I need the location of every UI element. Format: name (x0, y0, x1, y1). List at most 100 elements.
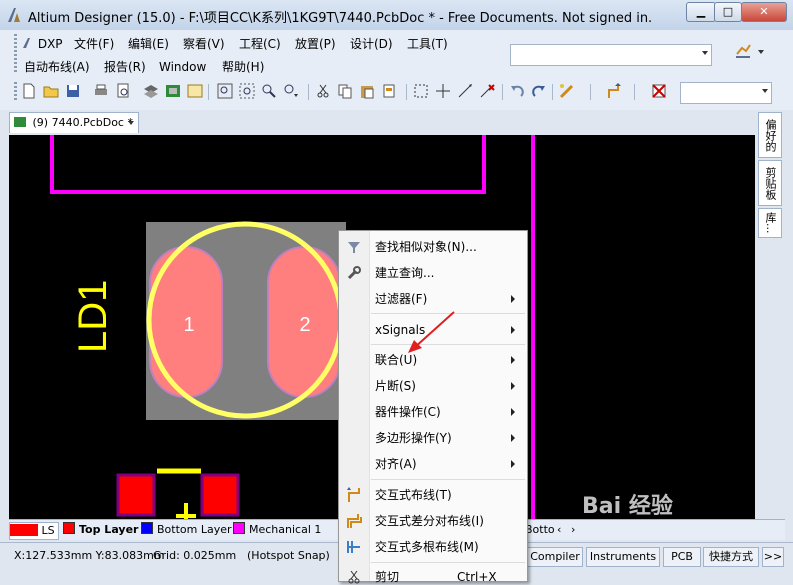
menu-item-snippets[interactable]: 片断(S) (375, 378, 416, 394)
zoom-dropdown-icon[interactable] (282, 82, 300, 100)
menu-design[interactable]: 设计(D) (350, 34, 393, 54)
layer-stack-icon[interactable] (142, 82, 160, 100)
toolbar-separator (634, 84, 635, 100)
paste-icon[interactable] (358, 82, 376, 100)
menu-item-build-query[interactable]: 建立查询... (375, 265, 434, 281)
menu-help[interactable]: 帮助(H) (222, 57, 264, 77)
rubber-stamp-icon[interactable] (380, 82, 398, 100)
pad-2-number: 2 (299, 314, 310, 336)
menu-view[interactable]: 察看(V) (183, 34, 225, 54)
move-icon[interactable] (434, 82, 452, 100)
layer-color-swatch (141, 522, 153, 534)
pcb-panel-button[interactable]: PCB (663, 547, 701, 567)
layer-tab-mechanical1[interactable]: Mechanical 1 (233, 522, 321, 538)
current-layer-swatch[interactable]: LS (9, 522, 59, 540)
route-up-icon[interactable] (606, 82, 624, 100)
menu-item-polygon-actions[interactable]: 多边形操作(Y) (375, 430, 452, 446)
toolbar-grip[interactable] (14, 34, 17, 74)
menu-item-diff-pair-routing[interactable]: 交互式差分对布线(I) (375, 513, 484, 529)
print-icon[interactable] (92, 82, 110, 100)
cut-icon[interactable] (314, 82, 332, 100)
open-folder-icon[interactable] (42, 82, 60, 100)
menu-item-multi-routing[interactable]: 交互式多根布线(M) (375, 539, 479, 555)
menu-separator (371, 479, 525, 480)
menu-item-component-actions[interactable]: 器件操作(C) (375, 404, 441, 420)
copy-icon[interactable] (336, 82, 354, 100)
maximize-button[interactable]: □ (714, 2, 742, 22)
undo-icon[interactable] (508, 82, 526, 100)
chevron-down-icon (762, 89, 768, 93)
smd-pad-left (116, 473, 156, 517)
print-preview-icon[interactable] (114, 82, 132, 100)
menu-item-cut[interactable]: 剪切 (375, 569, 399, 585)
submenu-arrow-icon (511, 326, 515, 334)
toolbar-separator (590, 84, 591, 100)
compiler-panel-button[interactable]: Compiler (527, 547, 583, 567)
scissors-icon (348, 570, 360, 584)
layer-scroll-right-icon[interactable]: › (571, 522, 575, 538)
zoom-area-icon[interactable] (238, 82, 256, 100)
menu-dxp[interactable]: DXP (22, 34, 63, 54)
zoom-select-icon[interactable] (260, 82, 278, 100)
toolbar-grip[interactable] (14, 82, 17, 100)
layer-tab-bottom-partial[interactable]: Botto (525, 522, 555, 538)
chevron-down-icon (758, 50, 764, 54)
filter-combo-box[interactable] (680, 82, 772, 104)
toolbar-separator (308, 84, 309, 100)
smd-pad-right (200, 473, 240, 517)
minimize-button[interactable]: ▁ (686, 2, 716, 22)
route-icon (347, 487, 360, 502)
save-icon[interactable] (64, 82, 82, 100)
menu-window[interactable]: Window (159, 57, 206, 77)
clear-filter-icon[interactable] (650, 82, 668, 100)
panel-tab-clipboard[interactable]: 剪贴板 (758, 160, 782, 206)
new-document-icon[interactable] (20, 82, 38, 100)
more-panels-button[interactable]: >> (762, 547, 784, 567)
document-tab[interactable]: (9) 7440.PcbDoc * (9, 112, 139, 133)
designator-label: LD1 (71, 280, 115, 353)
menu-autoroute[interactable]: 自动布线(A) (24, 57, 90, 77)
menu-item-find-similar[interactable]: 查找相似对象(N)... (375, 239, 477, 255)
menu-item-interactive-routing[interactable]: 交互式布线(T) (375, 487, 452, 503)
menu-edit[interactable]: 编辑(E) (128, 34, 169, 54)
layer-color-swatch (63, 522, 75, 534)
select-area-icon[interactable] (412, 82, 430, 100)
panel-tab-favorites[interactable]: 偏好的 (758, 112, 782, 158)
top-combo-box[interactable] (510, 44, 712, 66)
menu-tools[interactable]: 工具(T) (407, 34, 448, 54)
submenu-arrow-icon (511, 460, 515, 468)
pencil-icon[interactable] (558, 82, 576, 100)
menu-place[interactable]: 放置(P) (295, 34, 336, 54)
context-menu: 查找相似对象(N)... 建立查询... 过滤器(F) xSignals 联合(… (338, 230, 528, 585)
zoom-fit-icon[interactable] (216, 82, 234, 100)
chevron-down-icon[interactable] (128, 121, 134, 125)
layer-tab-top[interactable]: Top Layer (63, 522, 138, 538)
menu-bar-row1: DXP 文件(F) 编辑(E) 察看(V) 工程(C) 放置(P) 设计(D) … (22, 34, 492, 54)
preferences-tool-button[interactable] (734, 42, 774, 64)
close-button[interactable]: ✕ (741, 2, 787, 22)
standard-toolbar (20, 82, 680, 102)
menu-item-filter[interactable]: 过滤器(F) (375, 291, 427, 307)
submenu-arrow-icon (511, 434, 515, 442)
board-icon[interactable] (164, 82, 182, 100)
instruments-panel-button[interactable]: Instruments (586, 547, 660, 567)
menu-file[interactable]: 文件(F) (74, 34, 114, 54)
pcb-doc-icon (14, 117, 26, 127)
sheet-icon[interactable] (186, 82, 204, 100)
menu-item-align[interactable]: 对齐(A) (375, 456, 417, 472)
shortcuts-panel-button[interactable]: 快捷方式 (703, 547, 759, 567)
cursor-coordinates: X:127.533mm Y:83.083mm (14, 549, 165, 562)
layer-color-swatch (10, 524, 38, 536)
cross-probe-icon[interactable] (456, 82, 474, 100)
menu-reports[interactable]: 报告(R) (104, 57, 146, 77)
deselect-icon[interactable] (478, 82, 496, 100)
layer-scroll-left-icon[interactable]: ‹ (557, 522, 561, 538)
layer-tab-bottom[interactable]: Bottom Layer (141, 522, 232, 538)
submenu-arrow-icon (511, 295, 515, 303)
funnel-icon (348, 242, 360, 253)
redo-icon[interactable] (530, 82, 548, 100)
annotation-arrow (408, 311, 455, 353)
multi-route-icon (347, 541, 360, 553)
panel-tab-library[interactable]: 库... (758, 208, 782, 238)
menu-project[interactable]: 工程(C) (239, 34, 281, 54)
